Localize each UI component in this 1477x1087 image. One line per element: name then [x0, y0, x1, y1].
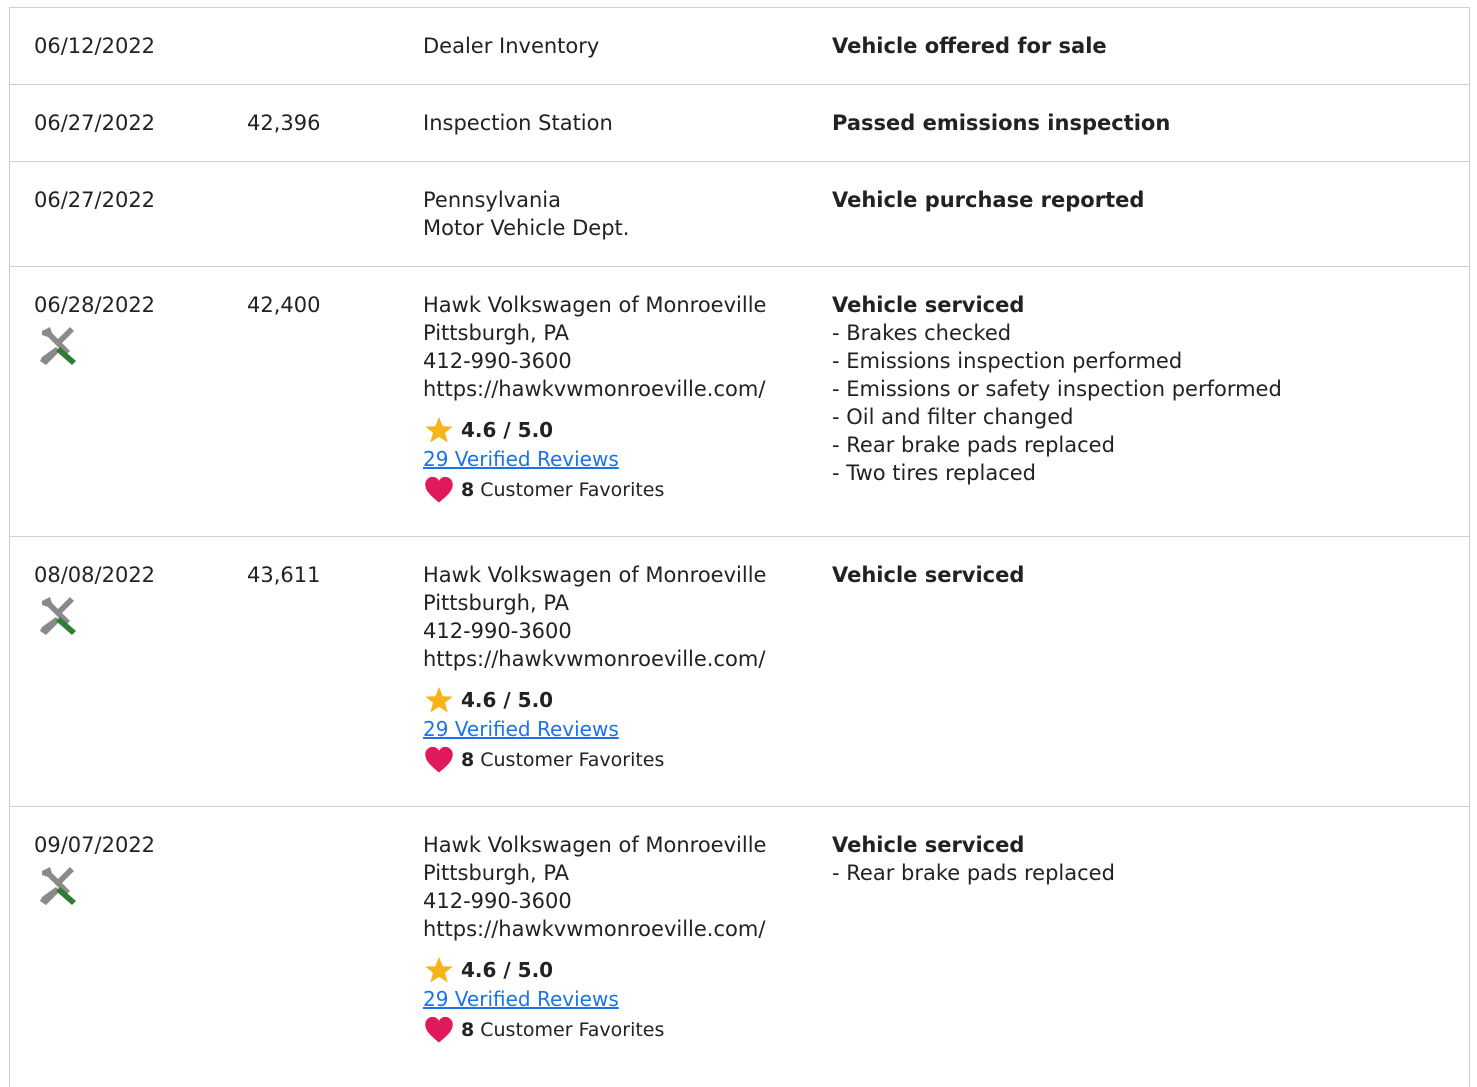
rating-score: 4.6 / 5.0: [461, 958, 554, 982]
service-tools-icon: [40, 327, 76, 365]
star-icon: [425, 416, 453, 443]
source-line: Dealer Inventory: [423, 34, 600, 58]
table-row: 06/27/2022 42,396 Inspection Station Pas…: [10, 85, 1469, 162]
record-comments: Vehicle purchase reported: [832, 186, 1144, 214]
record-date: 06/27/2022: [34, 188, 156, 212]
record-comments: Vehicle serviced - Rear brake pads repla…: [832, 831, 1115, 887]
record-date: 06/27/2022: [34, 111, 156, 135]
dealer-website: https://hawkvwmonroeville.com/: [423, 917, 766, 941]
service-detail: - Emissions inspection performed: [832, 349, 1183, 373]
favorites-label: Customer Favorites: [480, 479, 665, 501]
customer-favorites: 8 Customer Favorites: [423, 743, 766, 777]
record-date-cell: 08/08/2022: [34, 561, 155, 637]
star-icon: [425, 686, 453, 713]
source-line: Pennsylvania: [423, 188, 561, 212]
source-line: Motor Vehicle Dept.: [423, 216, 630, 240]
dealer-name: Hawk Volkswagen of Monroeville: [423, 833, 767, 857]
verified-reviews-link[interactable]: 29 Verified Reviews: [423, 445, 766, 473]
record-date-cell: 06/28/2022: [34, 291, 155, 367]
record-source: Hawk Volkswagen of Monroeville Pittsburg…: [423, 561, 766, 777]
record-date: 09/07/2022: [34, 833, 156, 857]
comment-title: Vehicle serviced: [832, 833, 1025, 857]
dealer-name: Hawk Volkswagen of Monroeville: [423, 563, 767, 587]
favorites-label: Customer Favorites: [480, 1019, 665, 1041]
verified-reviews-link[interactable]: 29 Verified Reviews: [423, 715, 766, 743]
table-row: 06/28/2022 42,400 Hawk Volkswagen of Mon…: [10, 267, 1469, 537]
heart-icon: [425, 1016, 453, 1043]
vehicle-history-table: 06/12/2022 Dealer Inventory Vehicle offe…: [9, 7, 1470, 1087]
star-icon: [425, 956, 453, 983]
source-line: Inspection Station: [423, 111, 613, 135]
table-row: 06/12/2022 Dealer Inventory Vehicle offe…: [10, 8, 1469, 85]
dealer-location: Pittsburgh, PA: [423, 591, 570, 615]
service-tools-icon: [40, 597, 76, 635]
record-source: Pennsylvania Motor Vehicle Dept.: [423, 186, 629, 242]
record-date-cell: 09/07/2022: [34, 831, 155, 907]
record-source: Inspection Station: [423, 109, 613, 137]
comment-title: Vehicle serviced: [832, 563, 1025, 587]
record-mileage: 42,396: [247, 111, 321, 135]
favorites-count: 8: [461, 749, 475, 771]
dealer-name: Hawk Volkswagen of Monroeville: [423, 293, 767, 317]
comment-title: Passed emissions inspection: [832, 111, 1171, 135]
dealer-website: https://hawkvwmonroeville.com/: [423, 647, 766, 671]
service-detail: - Two tires replaced: [832, 461, 1037, 485]
service-detail: - Oil and filter changed: [832, 405, 1074, 429]
record-comments: Vehicle serviced: [832, 561, 1024, 589]
record-date: 08/08/2022: [34, 563, 156, 587]
dealer-location: Pittsburgh, PA: [423, 321, 570, 345]
favorites-label: Customer Favorites: [480, 749, 665, 771]
record-mileage: 43,611: [247, 563, 321, 587]
heart-icon: [425, 476, 453, 503]
dealer-rating: 4.6 / 5.0: [423, 415, 766, 445]
service-detail: - Rear brake pads replaced: [832, 433, 1115, 457]
heart-icon: [425, 746, 453, 773]
service-detail: - Rear brake pads replaced: [832, 861, 1115, 885]
record-comments: Passed emissions inspection: [832, 109, 1170, 137]
dealer-phone: 412-990-3600: [423, 619, 572, 643]
customer-favorites: 8 Customer Favorites: [423, 1013, 766, 1047]
record-source: Dealer Inventory: [423, 32, 599, 60]
record-mileage: 42,400: [247, 293, 321, 317]
record-date: 06/28/2022: [34, 293, 156, 317]
rating-score: 4.6 / 5.0: [461, 688, 554, 712]
dealer-rating: 4.6 / 5.0: [423, 955, 766, 985]
record-date: 06/12/2022: [34, 34, 156, 58]
rating-score: 4.6 / 5.0: [461, 418, 554, 442]
comment-title: Vehicle serviced: [832, 293, 1025, 317]
dealer-phone: 412-990-3600: [423, 349, 572, 373]
service-detail: - Emissions or safety inspection perform…: [832, 377, 1282, 401]
dealer-location: Pittsburgh, PA: [423, 861, 570, 885]
dealer-website: https://hawkvwmonroeville.com/: [423, 377, 766, 401]
customer-favorites: 8 Customer Favorites: [423, 473, 766, 507]
table-row: 09/07/2022 Hawk Volkswagen of Monroevill…: [10, 807, 1469, 1087]
record-source: Hawk Volkswagen of Monroeville Pittsburg…: [423, 831, 766, 1047]
service-tools-icon: [40, 867, 76, 905]
comment-title: Vehicle purchase reported: [832, 188, 1145, 212]
dealer-phone: 412-990-3600: [423, 889, 572, 913]
verified-reviews-link[interactable]: 29 Verified Reviews: [423, 985, 766, 1013]
comment-title: Vehicle offered for sale: [832, 34, 1107, 58]
favorites-count: 8: [461, 479, 475, 501]
dealer-rating: 4.6 / 5.0: [423, 685, 766, 715]
record-source: Hawk Volkswagen of Monroeville Pittsburg…: [423, 291, 766, 507]
record-comments: Vehicle serviced - Brakes checked - Emis…: [832, 291, 1282, 487]
table-row: 06/27/2022 Pennsylvania Motor Vehicle De…: [10, 162, 1469, 267]
table-row: 08/08/2022 43,611 Hawk Volkswagen of Mon…: [10, 537, 1469, 807]
favorites-count: 8: [461, 1019, 475, 1041]
service-detail: - Brakes checked: [832, 321, 1012, 345]
record-comments: Vehicle offered for sale: [832, 32, 1107, 60]
